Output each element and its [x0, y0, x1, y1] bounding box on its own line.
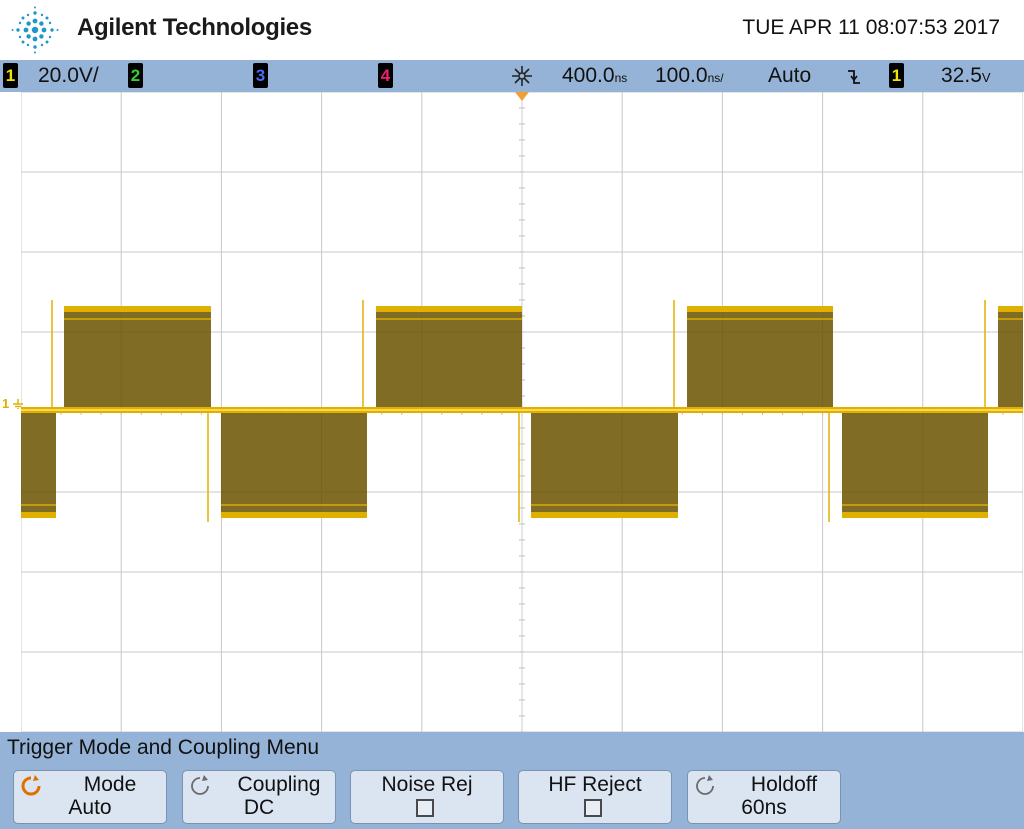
channel-4-badge[interactable]: 4 — [378, 63, 393, 88]
trigger-mode[interactable]: Auto — [768, 63, 811, 88]
burst-block — [531, 410, 678, 515]
channel-1-badge[interactable]: 1 — [3, 63, 18, 88]
ground-icon — [12, 399, 23, 410]
burst-block — [998, 309, 1023, 410]
agilent-spark-logo-icon — [11, 6, 59, 54]
mode-softkey[interactable]: Mode Auto — [13, 770, 167, 824]
burst-block — [21, 410, 56, 515]
noise-reject-softkey[interactable]: Noise Rej — [350, 770, 504, 824]
header: Agilent Technologies TUE APR 11 08:07:53… — [0, 0, 1024, 60]
status-bar: 1 20.0V/ 2 3 4 400.0ns 100.0ns/ Auto 1 3… — [0, 60, 1024, 92]
trigger-position-marker — [515, 92, 529, 101]
noise-reject-checkbox[interactable] — [416, 799, 434, 817]
time-scale[interactable]: 100.0ns/ — [655, 63, 724, 91]
coupling-softkey[interactable]: Coupling DC — [182, 770, 336, 824]
channel-1-ground-marker[interactable]: 1 — [2, 396, 23, 411]
hf-reject-checkbox[interactable] — [584, 799, 602, 817]
graticule — [21, 92, 1023, 732]
burst-block — [842, 410, 988, 515]
channel-3-badge[interactable]: 3 — [253, 63, 268, 88]
time-delay[interactable]: 400.0ns — [562, 63, 627, 91]
menu-title: Trigger Mode and Coupling Menu — [7, 736, 320, 759]
holdoff-softkey[interactable]: Holdoff 60ns — [687, 770, 841, 824]
hf-reject-softkey[interactable]: HF Reject — [518, 770, 672, 824]
date-time-display: TUE APR 11 08:07:53 2017 — [742, 16, 1000, 39]
trigger-source-badge[interactable]: 1 — [889, 63, 904, 88]
brand-name: Agilent Technologies — [77, 14, 312, 41]
burst-block — [376, 309, 522, 410]
channel-1-scale: 20.0V/ — [38, 64, 99, 87]
burst-block — [221, 410, 367, 515]
softkey-menu: Trigger Mode and Coupling Menu Mode Auto… — [0, 732, 1024, 829]
burst-block — [64, 309, 211, 410]
channel-2-badge[interactable]: 2 — [128, 63, 143, 88]
burst-block — [687, 309, 833, 410]
trigger-level[interactable]: 32.5V — [941, 63, 991, 90]
falling-edge-icon — [848, 70, 860, 84]
waveform-display[interactable] — [21, 92, 1023, 732]
delay-icon — [512, 66, 532, 86]
